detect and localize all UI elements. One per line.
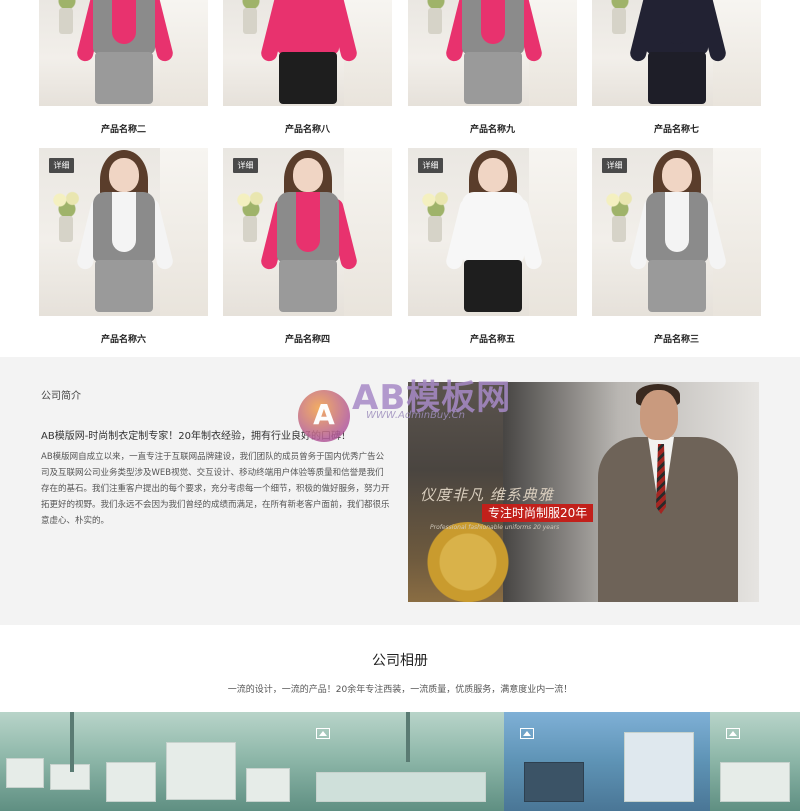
detail-badge[interactable]: 详细 [49, 158, 74, 173]
product-name[interactable]: 产品名称四 [223, 332, 392, 345]
model-figure [617, 148, 737, 316]
image-icon [316, 728, 330, 739]
detail-badge[interactable]: 详细 [233, 158, 258, 173]
product-card[interactable]: 产品名称二 [39, 0, 208, 140]
album-photo[interactable] [710, 712, 800, 811]
product-card[interactable]: 产品名称八 [223, 0, 392, 140]
product-image[interactable]: 详细 [39, 148, 208, 316]
watermark-logo-icon: A [298, 390, 350, 442]
album-photo[interactable] [0, 712, 96, 811]
product-name[interactable]: 产品名称五 [408, 332, 577, 345]
image-icon [520, 728, 534, 739]
measuring-tape [423, 522, 513, 602]
product-card[interactable]: 详细 产品名称三 [592, 148, 761, 348]
product-image[interactable] [408, 0, 577, 106]
model-figure [248, 0, 368, 106]
album-photo-strip [0, 712, 800, 811]
banner-tagline: 专注时尚制服20年 [482, 504, 594, 522]
album-title: 公司相册 [372, 653, 428, 669]
product-card[interactable]: 产品名称七 [592, 0, 761, 140]
product-name[interactable]: 产品名称六 [39, 332, 208, 345]
product-image[interactable] [39, 0, 208, 106]
product-name[interactable]: 产品名称八 [223, 122, 392, 135]
album-subtitle: 一流的设计，一流的产品！20余年专注西装，一流质量，优质服务，满意度业内一流！ [227, 685, 573, 695]
product-grid: 产品名称二 产品名称八 产品名称九 产品名称七 详细 产品名称六 详细 产品名称… [0, 0, 800, 357]
model-figure [433, 148, 553, 316]
image-icon [726, 728, 740, 739]
product-image[interactable]: 详细 [223, 148, 392, 316]
intro-body: AB模版网自成立以来，一直专注于互联网品牌建设，我们团队的成员曾务于国内优秀广告… [41, 452, 390, 526]
product-image[interactable]: 详细 [592, 148, 761, 316]
product-image[interactable] [592, 0, 761, 106]
watermark-url: WWW.AdminBuy.Cn [366, 410, 465, 421]
album-photo[interactable] [96, 712, 296, 811]
detail-badge[interactable]: 详细 [418, 158, 443, 173]
detail-badge[interactable]: 详细 [602, 158, 627, 173]
product-name[interactable]: 产品名称三 [592, 332, 761, 345]
product-card[interactable]: 详细 产品名称四 [223, 148, 392, 348]
model-figure [617, 0, 737, 106]
banner-slogan: 仪度非凡 维系典雅 [420, 486, 554, 504]
product-name[interactable]: 产品名称七 [592, 122, 761, 135]
intro-label: 公司简介 [41, 391, 81, 402]
product-image[interactable] [223, 0, 392, 106]
product-card[interactable]: 详细 产品名称六 [39, 148, 208, 348]
product-name[interactable]: 产品名称九 [408, 122, 577, 135]
album-photo[interactable] [504, 712, 710, 811]
model-figure [433, 0, 553, 106]
product-image[interactable]: 详细 [408, 148, 577, 316]
album-photo[interactable] [296, 712, 504, 811]
product-name[interactable]: 产品名称二 [39, 122, 208, 135]
model-figure [248, 148, 368, 316]
model-figure [64, 0, 184, 106]
model-figure [64, 148, 184, 316]
model-head [640, 390, 678, 440]
product-card[interactable]: 详细 产品名称五 [408, 148, 577, 348]
banner-english: Professional fashionable uniforms 20 yea… [430, 524, 560, 531]
product-card[interactable]: 产品名称九 [408, 0, 577, 140]
